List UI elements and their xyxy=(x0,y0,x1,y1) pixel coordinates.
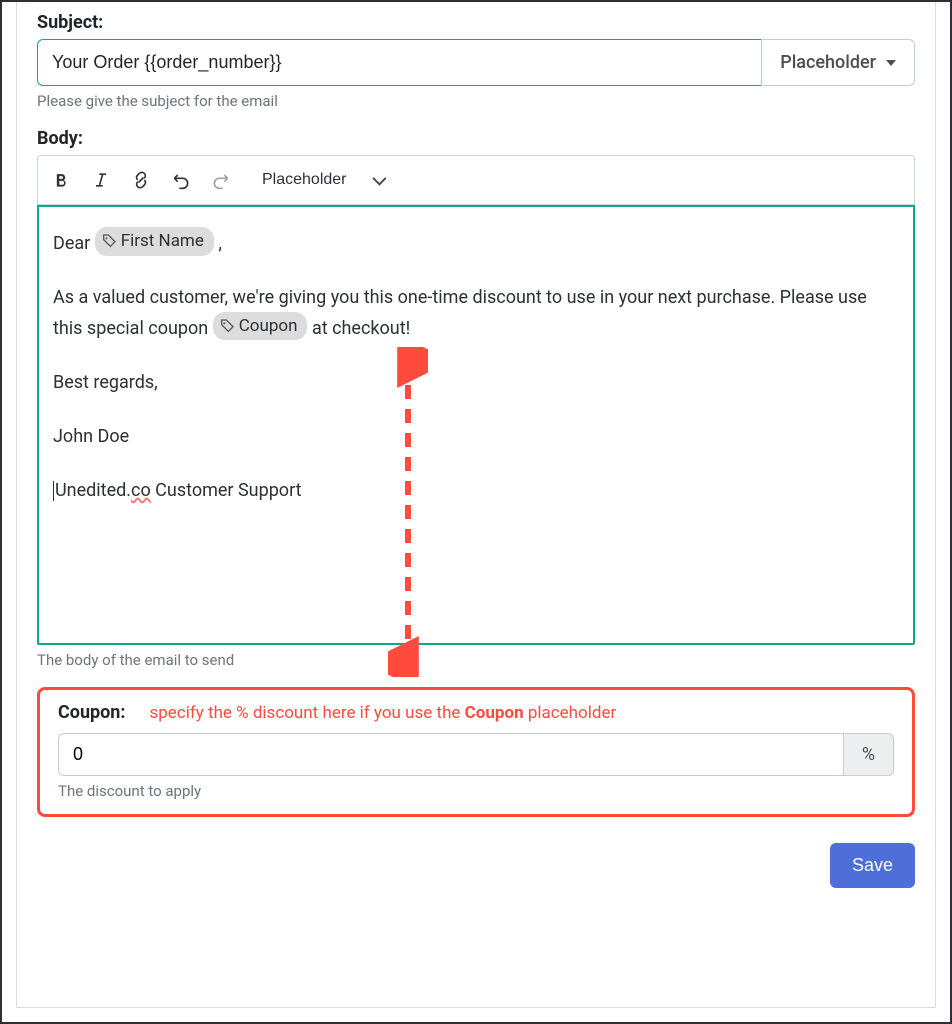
coupon-help: The discount to apply xyxy=(58,782,894,800)
coupon-annotation-bold: Coupon xyxy=(465,703,524,723)
coupon-section: Coupon: specify the % discount here if y… xyxy=(37,687,915,817)
body-placeholder-dropdown[interactable]: Placeholder xyxy=(248,165,397,195)
link-icon xyxy=(131,170,151,190)
body-paragraph-b: at checkout! xyxy=(312,318,410,339)
body-help: The body of the email to send xyxy=(37,651,915,669)
caret-down-icon xyxy=(886,60,896,66)
link-button[interactable] xyxy=(122,162,160,198)
bold-icon xyxy=(51,170,71,190)
subject-label: Subject: xyxy=(37,12,103,33)
undo-button[interactable] xyxy=(162,162,200,198)
body-label: Body: xyxy=(37,128,83,149)
subject-placeholder-label: Placeholder xyxy=(780,52,876,73)
subject-placeholder-dropdown[interactable]: Placeholder xyxy=(761,39,915,86)
body-regards: Best regards, xyxy=(53,369,899,397)
subject-help: Please give the subject for the email xyxy=(37,92,915,110)
editor-toolbar: Placeholder xyxy=(37,155,915,205)
chevron-down-icon xyxy=(372,172,386,186)
coupon-label: Coupon: xyxy=(58,702,125,723)
support-prefix: Unedited. xyxy=(55,480,131,501)
save-button[interactable]: Save xyxy=(830,843,915,888)
coupon-annotation-b: placeholder xyxy=(524,703,617,723)
first-name-placeholder-pill[interactable]: First Name xyxy=(95,227,214,255)
italic-button[interactable] xyxy=(82,162,120,198)
percent-addon: % xyxy=(843,733,894,776)
greeting-prefix: Dear xyxy=(53,233,95,254)
first-name-pill-label: First Name xyxy=(121,228,204,254)
coupon-annotation: specify the % discount here if you use t… xyxy=(149,703,616,723)
tag-icon xyxy=(219,318,235,334)
redo-button[interactable] xyxy=(202,162,240,198)
body-signature: John Doe xyxy=(53,423,899,451)
coupon-input[interactable] xyxy=(58,733,843,776)
greeting-suffix: , xyxy=(218,233,222,254)
bold-button[interactable] xyxy=(42,162,80,198)
subject-input[interactable] xyxy=(37,39,761,86)
body-paragraph-a: As a valued customer, we're giving you t… xyxy=(53,287,867,339)
coupon-annotation-a: specify the % discount here if you use t… xyxy=(149,703,464,723)
undo-icon xyxy=(171,170,191,190)
italic-icon xyxy=(91,170,111,190)
support-suffix: Customer Support xyxy=(151,480,302,501)
tag-icon xyxy=(101,233,117,249)
body-editor[interactable]: Dear First Name , As a valued customer, … xyxy=(37,205,915,645)
coupon-pill-label: Coupon xyxy=(239,313,298,339)
text-cursor xyxy=(53,481,54,501)
redo-icon xyxy=(211,170,231,190)
support-misspelled: co xyxy=(131,480,151,501)
coupon-placeholder-pill[interactable]: Coupon xyxy=(213,312,308,340)
body-placeholder-label: Placeholder xyxy=(262,171,347,189)
